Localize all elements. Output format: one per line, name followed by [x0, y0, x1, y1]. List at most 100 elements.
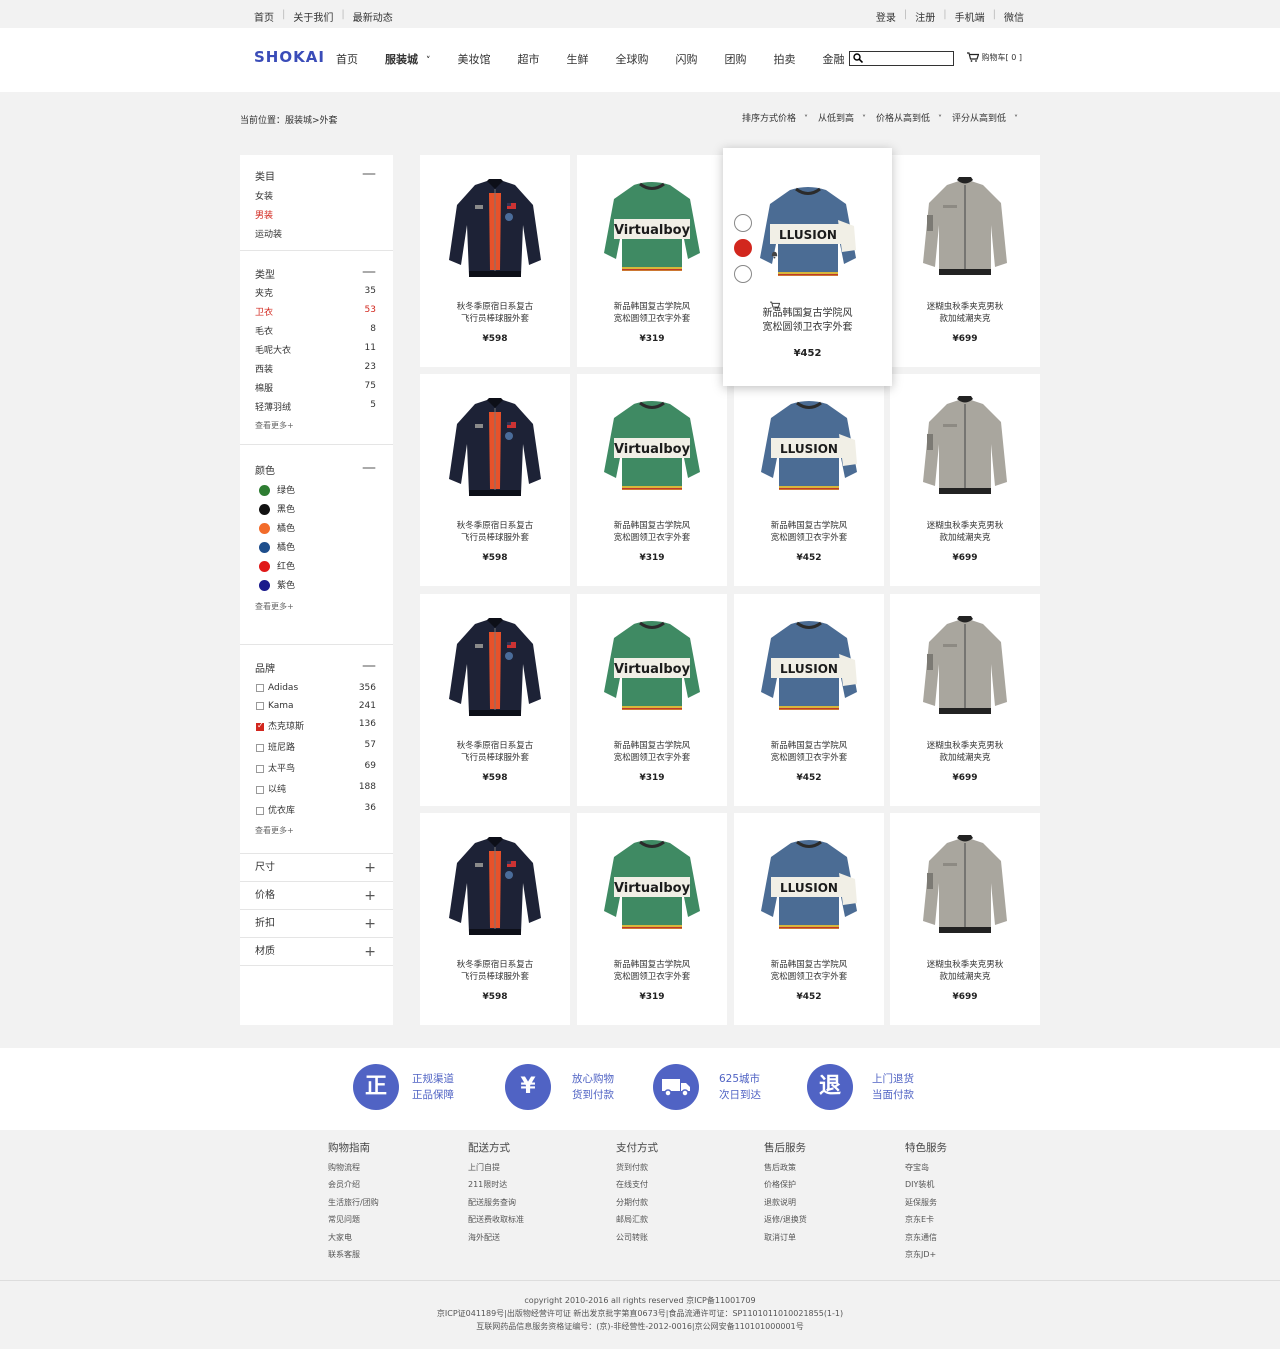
cart-icon[interactable] — [734, 265, 780, 310]
product-card[interactable]: LLUSION 新品韩国复古学院风 宽松圆领卫衣字外套 ¥452 — [734, 594, 884, 806]
nav-item-auction[interactable]: 拍卖 — [774, 51, 796, 67]
filter-title[interactable]: 类型 — — [240, 264, 393, 281]
checkbox[interactable] — [256, 701, 264, 710]
nav-item-beauty[interactable]: 美妆馆 — [458, 51, 491, 67]
footer-link[interactable]: 上门自提 — [468, 1159, 524, 1176]
filter-material[interactable]: 材质 + — [240, 938, 393, 966]
top-link-mobile[interactable]: 手机端 — [955, 9, 985, 24]
footer-link[interactable]: 京东JD+ — [905, 1246, 947, 1263]
top-link-about[interactable]: 关于我们 — [293, 9, 333, 24]
footer-link[interactable]: 联系客服 — [328, 1246, 379, 1263]
filter-option[interactable]: 西装 23 — [240, 362, 393, 375]
sort-option-high-low[interactable]: 价格从高到低 ˅ — [876, 111, 942, 124]
footer-link[interactable]: 返修/退换货 — [764, 1211, 807, 1228]
product-name[interactable]: 新品韩国复古学院风 宽松圆领卫衣字外套 — [734, 959, 884, 983]
product-name[interactable]: 迷糊虫秋季夹克男秋 款加绒潮夹克 — [890, 740, 1040, 764]
product-name[interactable]: 迷糊虫秋季夹克男秋 款加绒潮夹克 — [890, 301, 1040, 325]
color-option-purple[interactable]: 紫色 — [240, 578, 393, 591]
footer-link[interactable]: 大家电 — [328, 1229, 379, 1246]
footer-link[interactable]: 货到付款 — [616, 1159, 658, 1176]
nav-item-fresh[interactable]: 生鲜 — [567, 51, 589, 67]
top-link-login[interactable]: 登录 — [876, 9, 896, 24]
brand-option[interactable]: 优衣库 36 — [240, 803, 393, 816]
checkbox[interactable] — [256, 785, 264, 794]
filter-option-active[interactable]: 男装 — [240, 208, 393, 221]
sort-option-low-high[interactable]: 从低到高 ˅ — [818, 111, 866, 124]
filter-option[interactable]: 毛呢大衣 11 — [240, 343, 393, 356]
brand-option[interactable]: 班尼路 57 — [240, 740, 393, 753]
footer-link[interactable]: 在线支付 — [616, 1176, 658, 1193]
footer-link[interactable]: 生活旅行/团购 — [328, 1194, 379, 1211]
logo[interactable]: SHOKAI — [254, 48, 325, 66]
footer-link[interactable]: 退款说明 — [764, 1194, 807, 1211]
product-name[interactable]: 新品韩国复古学院风 宽松圆领卫衣字外套 — [577, 740, 727, 764]
product-card[interactable]: 迷糊虫秋季夹克男秋 款加绒潮夹克 ¥699 — [890, 594, 1040, 806]
color-option-orange[interactable]: 橘色 — [240, 521, 393, 534]
filter-option[interactable]: 毛衣 8 — [240, 324, 393, 337]
nav-item-group[interactable]: 团购 — [725, 51, 747, 67]
footer-link[interactable]: 邮局汇款 — [616, 1211, 658, 1228]
checkbox-checked[interactable] — [256, 721, 264, 731]
filter-option[interactable]: 运动装 — [240, 227, 393, 240]
bell-icon[interactable] — [734, 214, 778, 259]
checkbox[interactable] — [256, 683, 264, 692]
brand-option[interactable]: 以纯 188 — [240, 782, 393, 795]
show-more-link[interactable]: 查看更多+ — [240, 420, 393, 431]
footer-link[interactable]: 售后政策 — [764, 1159, 807, 1176]
product-card[interactable]: 迷糊虫秋季夹克男秋 款加绒潮夹克 ¥699 — [890, 813, 1040, 1025]
top-link-home[interactable]: 首页 — [254, 9, 274, 24]
heart-icon[interactable] — [734, 239, 780, 285]
footer-link[interactable]: 价格保护 — [764, 1176, 807, 1193]
product-card[interactable]: 迷糊虫秋季夹克男秋 款加绒潮夹克 ¥699 — [890, 374, 1040, 586]
footer-link[interactable]: 延保服务 — [905, 1194, 947, 1211]
product-name[interactable]: 秋冬季原宿日系复古 飞行员棒球服外套 — [420, 959, 570, 983]
product-name[interactable]: 迷糊虫秋季夹克男秋 款加绒潮夹克 — [890, 520, 1040, 544]
product-card[interactable]: 秋冬季原宿日系复古 飞行员棒球服外套 ¥598 — [420, 594, 570, 806]
color-option-black[interactable]: 黑色 — [240, 502, 393, 515]
collapse-icon[interactable]: — — [362, 460, 376, 476]
footer-link[interactable]: 配送费收取标准 — [468, 1211, 524, 1228]
footer-link[interactable]: 海外配送 — [468, 1229, 524, 1246]
nav-item-supermarket[interactable]: 超市 — [518, 51, 540, 67]
brand-option[interactable]: 太平鸟 69 — [240, 761, 393, 774]
product-name[interactable]: 新品韩国复古学院风 宽松圆领卫衣字外套 — [734, 740, 884, 764]
filter-discount[interactable]: 折扣 + — [240, 910, 393, 938]
show-more-link[interactable]: 查看更多+ — [240, 601, 393, 612]
footer-link[interactable]: 会员介绍 — [328, 1176, 379, 1193]
nav-item-global[interactable]: 全球购 — [616, 51, 649, 67]
collapse-icon[interactable]: — — [362, 264, 376, 280]
filter-title[interactable]: 颜色 — — [240, 460, 393, 477]
guarantee-item[interactable]: 正 正规渠道 正品保障 — [353, 1064, 454, 1110]
product-name[interactable]: 秋冬季原宿日系复古 飞行员棒球服外套 — [420, 520, 570, 544]
product-name[interactable]: 新品韩国复古学院风 宽松圆领卫衣字外套 — [577, 520, 727, 544]
guarantee-item[interactable]: ¥ 放心购物 货到付款 — [505, 1064, 614, 1110]
plus-icon[interactable]: + — [364, 882, 376, 910]
footer-link[interactable]: 配送服务查询 — [468, 1194, 524, 1211]
product-card[interactable]: 秋冬季原宿日系复古 飞行员棒球服外套 ¥598 — [420, 155, 570, 367]
cart-link[interactable]: 购物车[ 0 ] — [967, 52, 1022, 63]
top-link-wechat[interactable]: 微信 — [1004, 9, 1024, 24]
plus-icon[interactable]: + — [364, 854, 376, 882]
footer-link[interactable]: 常见问题 — [328, 1211, 379, 1228]
filter-option-active[interactable]: 卫衣 53 — [240, 305, 393, 318]
collapse-icon[interactable]: — — [362, 166, 376, 182]
product-name[interactable]: 秋冬季原宿日系复古 飞行员棒球服外套 — [420, 301, 570, 325]
product-card[interactable]: Virtualboy 新品韩国复古学院风 宽松圆领卫衣字外套 ¥319 — [577, 155, 727, 367]
color-option-red[interactable]: 红色 — [240, 559, 393, 572]
product-card[interactable]: LLUSION 新品韩国复古学院风 宽松圆领卫衣字外套 ¥452 — [734, 813, 884, 1025]
footer-link[interactable]: DIY装机 — [905, 1176, 947, 1193]
checkbox[interactable] — [256, 743, 264, 752]
filter-price[interactable]: 价格 + — [240, 882, 393, 910]
footer-link[interactable]: 夺宝岛 — [905, 1159, 947, 1176]
footer-link[interactable]: 公司转账 — [616, 1229, 658, 1246]
filter-title[interactable]: 类目 — — [240, 166, 393, 183]
footer-link[interactable]: 京东E卡 — [905, 1211, 947, 1228]
product-name[interactable]: 新品韩国复古学院风 宽松圆领卫衣字外套 — [723, 307, 892, 335]
nav-item-apparel[interactable]: 服装城 ˅ — [385, 51, 431, 67]
color-option-green[interactable]: 绿色 — [240, 483, 393, 496]
top-link-news[interactable]: 最新动态 — [353, 9, 393, 24]
top-link-register[interactable]: 注册 — [915, 9, 935, 24]
checkbox[interactable] — [256, 806, 264, 815]
footer-link[interactable]: 分期付款 — [616, 1194, 658, 1211]
search-input[interactable] — [849, 51, 954, 66]
